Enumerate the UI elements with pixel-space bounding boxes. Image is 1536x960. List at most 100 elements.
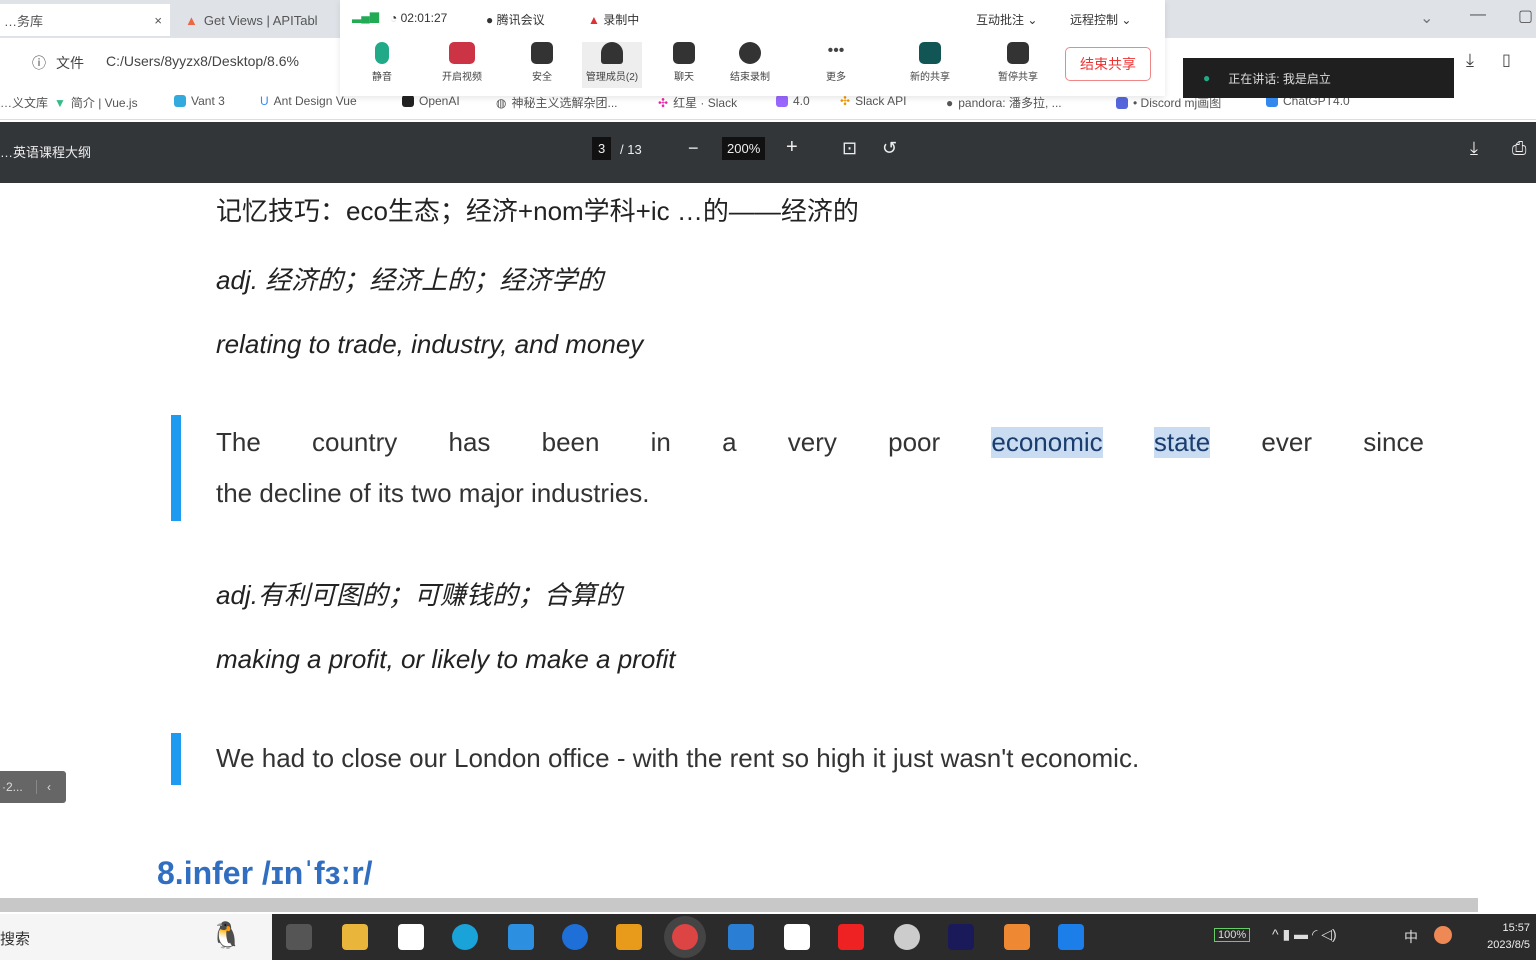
quote-bar <box>171 415 181 521</box>
file-explorer-icon[interactable] <box>342 924 368 950</box>
definition-cn: adj.有利可图的；可赚钱的；合算的 <box>216 580 622 610</box>
pause-share-button[interactable]: 暂停共享 <box>988 42 1048 83</box>
edge-icon[interactable] <box>452 924 478 950</box>
taskbar-search[interactable]: 搜索 🐧 <box>0 914 272 960</box>
page-total: / 13 <box>620 142 642 157</box>
definition-cn: adj. 经济的；经济上的；经济学的 <box>216 265 604 295</box>
slack-icon: ✣ <box>658 95 669 110</box>
more-icon: ••• <box>827 42 845 59</box>
clock[interactable]: 15:57 2023/8/5 <box>1487 920 1530 954</box>
github-icon: ● <box>946 95 954 110</box>
share-icon <box>919 42 941 64</box>
signal-icon: ▂▄▆ <box>352 9 379 23</box>
close-icon[interactable]: × <box>154 13 162 28</box>
more-button[interactable]: ••• 更多 <box>806 42 866 83</box>
word-heading: 8.infer /ɪnˈfɜːr/ <box>157 855 373 891</box>
video-off-icon <box>449 42 475 64</box>
app-icon[interactable] <box>616 924 642 950</box>
bookmark[interactable]: Vant 3 <box>174 94 225 108</box>
youdao-icon[interactable] <box>838 924 864 950</box>
bookmark[interactable]: ● pandora: 潘多拉, ... <box>946 94 1062 111</box>
highlighted-text: state <box>1153 427 1211 458</box>
info-icon: ⓘ <box>32 55 46 71</box>
zoom-input[interactable]: 200% <box>722 137 766 160</box>
app-icon[interactable] <box>562 924 588 950</box>
remote-control-menu[interactable]: 远程控制 ⌄ <box>1070 11 1131 28</box>
bookmark[interactable]: U Ant Design Vue <box>260 94 357 108</box>
tab-search-icon[interactable]: ⌄ <box>1420 8 1433 28</box>
zoom-out-icon[interactable]: − <box>688 138 699 159</box>
task-view-icon[interactable] <box>286 924 312 950</box>
stop-record-icon <box>739 42 761 64</box>
chat-button[interactable]: 聊天 <box>654 42 714 83</box>
bookmark[interactable]: ◍ 神秘主义选解杂团... <box>496 94 618 111</box>
example-sentence: The country has been in a very poor economic stat… <box>216 427 1424 458</box>
members-button[interactable]: 管理成员(2) <box>582 42 642 88</box>
minimize-icon[interactable]: — <box>1470 6 1486 24</box>
scheme-label: 文件 <box>56 55 84 71</box>
bookmark[interactable]: ✣ Slack API <box>840 94 906 108</box>
video-button[interactable]: 开启视频 <box>432 42 492 83</box>
recording-status[interactable]: ▲ 录制中 <box>588 11 639 28</box>
apitable-logo-icon: ▲ <box>185 12 198 28</box>
sidebar-icon[interactable]: ▯ <box>1502 50 1511 70</box>
print-icon[interactable]: ⎙ <box>1512 138 1526 159</box>
pdf-title: …英语课程大纲 <box>0 145 92 160</box>
ime-indicator[interactable]: 中 <box>1404 927 1418 947</box>
chevron-left-icon: ‹ <box>36 780 51 794</box>
bookmark[interactable]: …义文库 <box>0 94 48 111</box>
openai-icon <box>402 95 414 107</box>
bookmark[interactable]: 4.0 <box>776 94 810 108</box>
example-sentence-line2: the decline of its two major industries. <box>216 478 650 508</box>
store-icon[interactable] <box>398 924 424 950</box>
vue-icon: ▼ <box>54 95 66 110</box>
person-icon <box>601 42 623 64</box>
mail-icon[interactable] <box>508 924 534 950</box>
tab-title: …务库 <box>4 13 44 29</box>
shield-icon <box>531 42 553 64</box>
zoom-in-icon[interactable]: + <box>786 136 798 159</box>
rotate-icon[interactable]: ↺ <box>882 138 897 159</box>
side-panel-toggle[interactable]: ·2... ‹ <box>0 771 66 803</box>
new-share-button[interactable]: 新的共享 <box>900 42 960 83</box>
vscode-icon[interactable] <box>728 924 754 950</box>
maximize-icon[interactable]: ▢ <box>1518 6 1533 26</box>
tencent-meeting-icon[interactable] <box>1058 924 1084 950</box>
chrome-icon[interactable] <box>672 924 698 950</box>
app-icon[interactable] <box>894 924 920 950</box>
meeting-toolbar: ▂▄▆ ◔ 02:01:27 ● 腾讯会议 ▲ 录制中 互动批注 ⌄ 远程控制 … <box>340 0 1165 96</box>
bookmark[interactable]: OpenAI <box>402 94 460 108</box>
download-icon[interactable]: ⤓ <box>1470 138 1478 159</box>
fit-page-icon[interactable]: ⊡ <box>842 138 857 159</box>
globe-icon: ◍ <box>496 95 507 110</box>
browser-tab[interactable]: ▲ Get Views | APITabl <box>185 4 345 36</box>
annotation-menu[interactable]: 互动批注 ⌄ <box>976 11 1037 28</box>
antd-icon: U <box>260 94 269 108</box>
typora-icon[interactable] <box>784 924 810 950</box>
app-icon[interactable] <box>1004 924 1030 950</box>
definition-en: making a profit, or likely to make a pro… <box>216 644 676 674</box>
slack-icon: ✣ <box>840 94 851 108</box>
mic-icon <box>375 42 389 64</box>
example-sentence: We had to close our London office - with… <box>216 743 1140 773</box>
taskbar: 搜索 🐧 100% ^ ▮ ▬ ◜ ◁) 中 15:57 2023/8/5 <box>0 914 1536 960</box>
bookmark[interactable]: ✣ 红星 · Slack <box>658 94 737 111</box>
security-button[interactable]: 安全 <box>512 42 572 83</box>
tray-icons[interactable]: ^ ▮ ▬ ◜ ◁) <box>1272 926 1337 943</box>
battery-indicator[interactable]: 100% <box>1214 928 1251 942</box>
url-text[interactable]: C:/Users/8yyzx8/Desktop/8.6% <box>106 53 299 69</box>
stop-record-button[interactable]: 结束录制 <box>720 42 780 83</box>
meeting-info[interactable]: ● 腾讯会议 <box>486 11 545 28</box>
mute-button[interactable]: 静音 <box>352 42 412 83</box>
horizontal-scrollbar[interactable] <box>0 898 1478 912</box>
browser-tab[interactable]: …务库 × <box>0 4 170 36</box>
bookmark-icon <box>776 95 788 107</box>
premiere-icon[interactable] <box>948 924 974 950</box>
page-input[interactable]: 3 <box>592 137 612 160</box>
bookmark[interactable]: ▼ 简介 | Vue.js <box>54 94 138 111</box>
app-tray-icon[interactable] <box>1434 926 1452 944</box>
download-icon[interactable]: ⤓ <box>1466 50 1474 71</box>
chat-icon <box>673 42 695 64</box>
end-share-button[interactable]: 结束共享 <box>1065 47 1151 81</box>
definition-en: relating to trade, industry, and money <box>216 329 644 359</box>
